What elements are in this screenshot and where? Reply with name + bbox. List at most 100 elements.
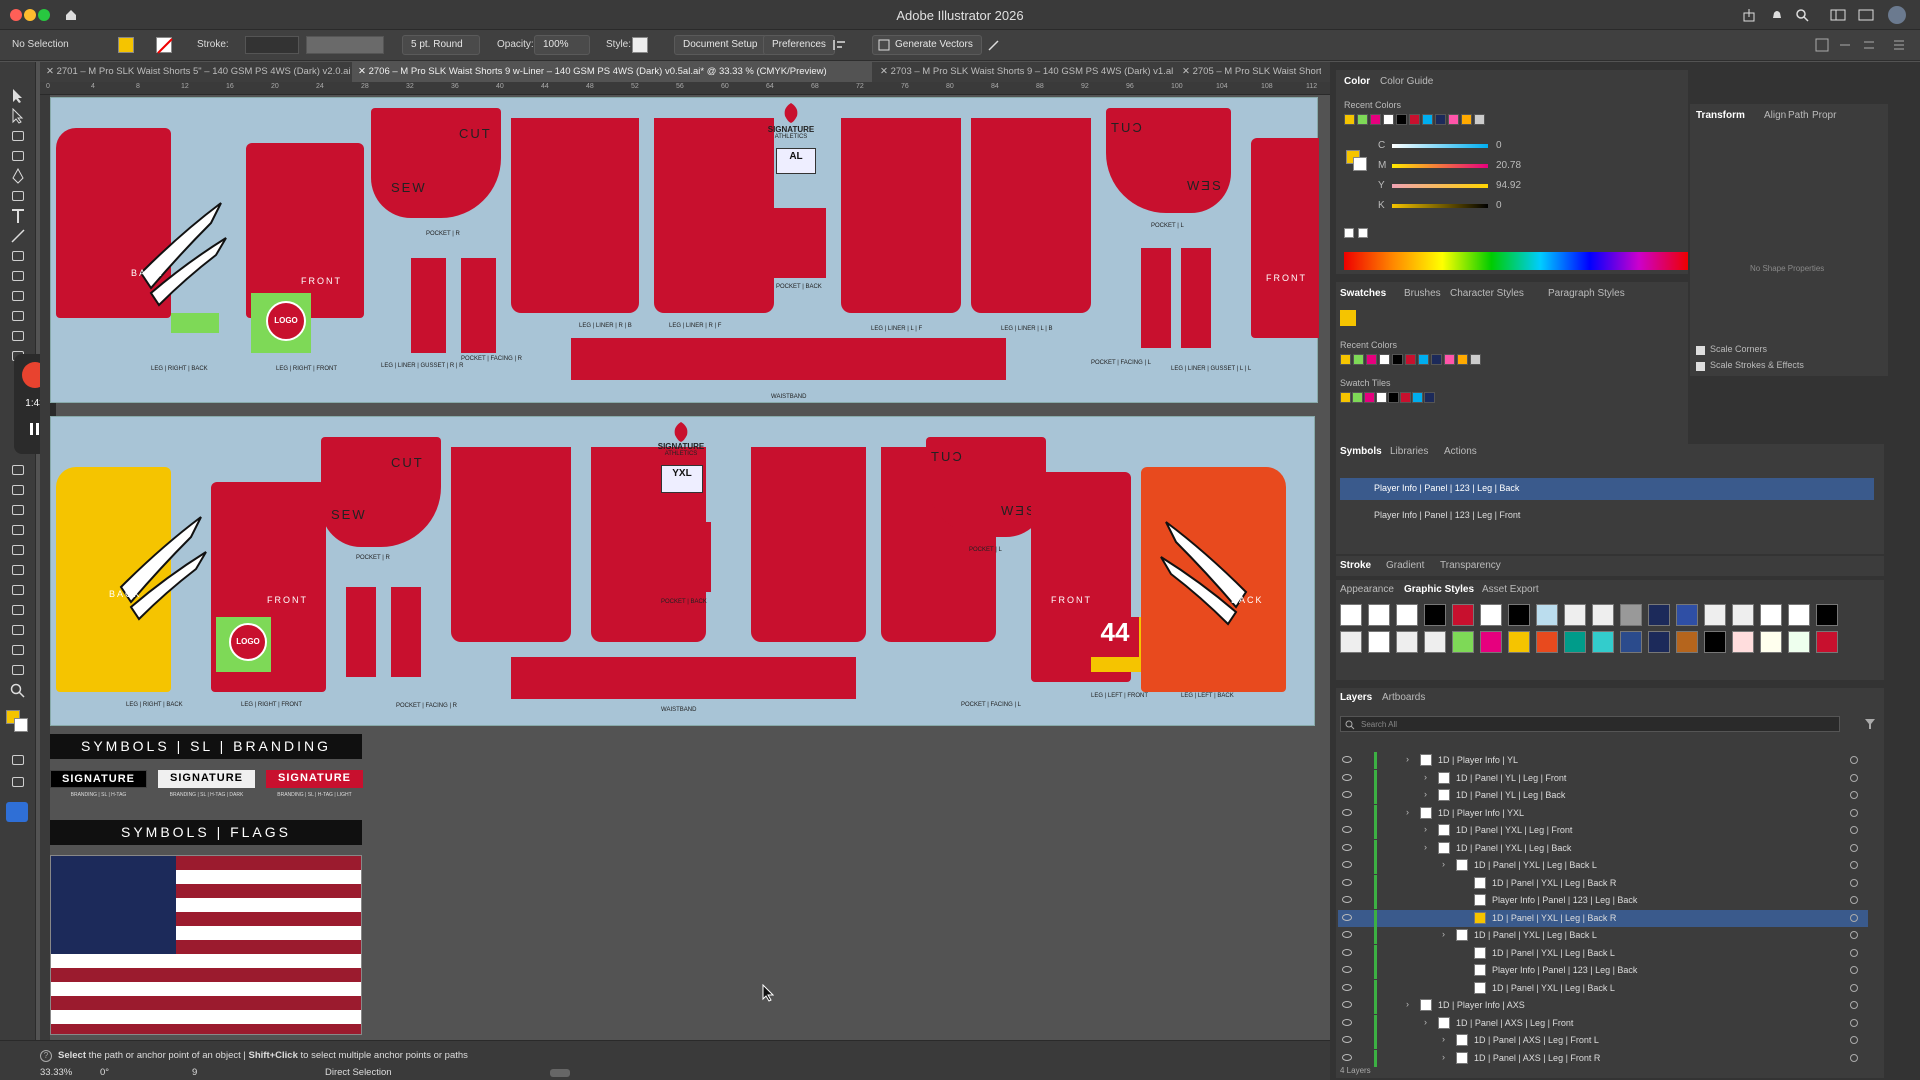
layer-row[interactable]: › 1D | Panel | YXL | Leg | Back L xyxy=(1338,857,1868,874)
tab-gradient[interactable]: Gradient xyxy=(1386,560,1424,571)
panel-liner-gusset-l1[interactable] xyxy=(1141,248,1171,348)
panel-liner-r-b[interactable] xyxy=(346,587,376,677)
graphic-style-swatch[interactable] xyxy=(1648,631,1670,653)
panel-pocket-back[interactable] xyxy=(766,208,826,278)
drawing-mode-tool[interactable] xyxy=(9,752,27,768)
recent-colors-row[interactable] xyxy=(1344,114,1514,125)
tab-actions[interactable]: Actions xyxy=(1444,446,1477,457)
visibility-eye-icon[interactable] xyxy=(1342,773,1352,781)
panel-pocket-back[interactable] xyxy=(651,522,711,592)
layer-row[interactable]: 1D | Panel | YXL | Leg | Back L xyxy=(1338,979,1868,997)
tab-swatches[interactable]: Swatches xyxy=(1340,288,1386,299)
menu-icon[interactable] xyxy=(1892,38,1906,52)
panel-leg-liner-left[interactable] xyxy=(451,447,571,642)
panel-liner-gusset-l2[interactable] xyxy=(1181,248,1211,348)
visibility-eye-icon[interactable] xyxy=(1342,808,1352,816)
graphic-style-swatch[interactable] xyxy=(1508,631,1530,653)
layer-row[interactable]: Player Info | Panel | 123 | Leg | Back xyxy=(1338,962,1868,979)
artboard-yxl[interactable]: BACK LOGO FRONT CUT SEW POCKET | R POCKE… xyxy=(50,416,1315,726)
color-swatch[interactable] xyxy=(1383,114,1394,125)
expand-chevron-icon[interactable]: › xyxy=(1442,929,1445,939)
k-value[interactable]: 0 xyxy=(1496,200,1502,211)
layer-row[interactable]: 1D | Panel | YXL | Leg | Back L xyxy=(1338,944,1868,962)
filter-icon[interactable] xyxy=(1864,718,1876,730)
preferences-button[interactable]: Preferences xyxy=(763,35,835,55)
graphic-style-swatch[interactable] xyxy=(1564,604,1586,626)
target-circle-icon[interactable] xyxy=(1850,931,1858,939)
expand-chevron-icon[interactable]: › xyxy=(1442,859,1445,869)
graphic-style-swatch[interactable] xyxy=(1424,631,1446,653)
rotate-tool[interactable] xyxy=(9,328,27,344)
color-swatch[interactable] xyxy=(1370,114,1381,125)
color-swatch[interactable] xyxy=(1344,114,1355,125)
target-circle-icon[interactable] xyxy=(1850,1053,1858,1062)
graphic-style-swatch[interactable] xyxy=(1452,631,1474,653)
tab-graphic-styles[interactable]: Graphic Styles xyxy=(1404,584,1474,595)
panel-leg-right-front-edge[interactable] xyxy=(1251,138,1319,338)
scale-corners-checkbox[interactable] xyxy=(1696,346,1705,355)
document-setup-button[interactable]: Document Setup xyxy=(674,35,767,55)
artboard-number-field[interactable]: 9 xyxy=(192,1067,197,1078)
direct-selection-tool[interactable] xyxy=(9,107,27,124)
color-swatch[interactable] xyxy=(1435,114,1446,125)
rotation-field[interactable]: 0° xyxy=(100,1067,109,1078)
layer-row[interactable]: › 1D | Panel | YL | Leg | Front xyxy=(1338,769,1868,787)
none-swatch[interactable] xyxy=(1344,228,1354,238)
color-swatch[interactable] xyxy=(1379,354,1390,365)
share-icon[interactable] xyxy=(1742,8,1756,22)
target-circle-icon[interactable] xyxy=(1850,878,1858,887)
graphic-style-swatch[interactable] xyxy=(1788,631,1810,653)
tab-doc-2703[interactable]: ✕ 2703 – M Pro SLK Waist Shorts 9 – 140 … xyxy=(874,62,1174,82)
tab-layers[interactable]: Layers xyxy=(1340,692,1372,703)
color-swatch[interactable] xyxy=(1357,114,1368,125)
graphic-style-swatch[interactable] xyxy=(1396,631,1418,653)
target-circle-icon[interactable] xyxy=(1850,773,1858,782)
graphic-style-swatch[interactable] xyxy=(1424,604,1446,626)
m-value[interactable]: 20.78 xyxy=(1496,160,1521,171)
swatch-tile[interactable] xyxy=(1352,392,1363,403)
gradient-tool[interactable] xyxy=(9,522,27,538)
artboard-tool[interactable] xyxy=(9,622,27,638)
panel-liner-r-b[interactable] xyxy=(411,258,446,353)
symbol-row[interactable]: Player Info | Panel | 123 | Leg | Front xyxy=(1340,506,1874,526)
panel-waistband[interactable] xyxy=(571,338,1006,380)
visibility-eye-icon[interactable] xyxy=(1342,931,1352,938)
expand-chevron-icon[interactable]: › xyxy=(1424,789,1427,799)
graphic-style-swatch[interactable] xyxy=(1592,631,1614,653)
tab-asset-export[interactable]: Asset Export xyxy=(1482,584,1539,595)
layer-row[interactable]: › 1D | Player Info | AXS xyxy=(1338,997,1868,1014)
swatch-tiles-row[interactable] xyxy=(1340,392,1460,403)
graphic-styles-grid[interactable] xyxy=(1340,604,1880,656)
expand-chevron-icon[interactable]: › xyxy=(1424,842,1427,852)
pen-tool[interactable] xyxy=(9,167,27,184)
k-slider[interactable] xyxy=(1392,204,1488,208)
target-circle-icon[interactable] xyxy=(1850,948,1858,957)
panel-liner-r-f[interactable] xyxy=(461,258,496,353)
target-circle-icon[interactable] xyxy=(1850,1018,1858,1027)
fill-color-swatch[interactable] xyxy=(118,37,134,53)
panel-leg-right-front[interactable] xyxy=(246,143,364,318)
color-swatch[interactable] xyxy=(1474,114,1485,125)
generate-vectors-button[interactable]: Generate Vectors xyxy=(872,35,982,55)
opacity-field[interactable]: 100% xyxy=(534,35,590,55)
distribute-icon[interactable] xyxy=(1862,38,1876,52)
slice-tool[interactable] xyxy=(9,642,27,658)
type-tool[interactable] xyxy=(9,208,27,224)
graphic-style-swatch[interactable] xyxy=(1620,631,1642,653)
visibility-eye-icon[interactable] xyxy=(1342,1053,1352,1061)
layer-row[interactable]: › 1D | Player Info | YL xyxy=(1338,752,1868,769)
layer-row[interactable]: › 1D | Panel | YL | Leg | Back xyxy=(1338,787,1868,804)
magic-wand-icon[interactable] xyxy=(986,37,1002,53)
tab-align[interactable]: Align xyxy=(1764,110,1786,121)
tab-appearance[interactable]: Appearance xyxy=(1340,584,1394,595)
column-graph-tool[interactable] xyxy=(9,602,27,618)
magic-wand-tool[interactable] xyxy=(9,128,27,144)
shape-builder-tool[interactable] xyxy=(9,502,27,518)
layer-row[interactable]: › 1D | Panel | YXL | Leg | Back L xyxy=(1338,927,1868,944)
panel-leg-liner-left[interactable] xyxy=(511,118,639,313)
tab-character-styles[interactable]: Character Styles xyxy=(1450,288,1524,299)
color-swatch[interactable] xyxy=(1405,354,1416,365)
graphic-style-swatch[interactable] xyxy=(1676,631,1698,653)
expand-chevron-icon[interactable]: › xyxy=(1406,754,1409,764)
color-spectrum[interactable] xyxy=(1344,252,1688,270)
